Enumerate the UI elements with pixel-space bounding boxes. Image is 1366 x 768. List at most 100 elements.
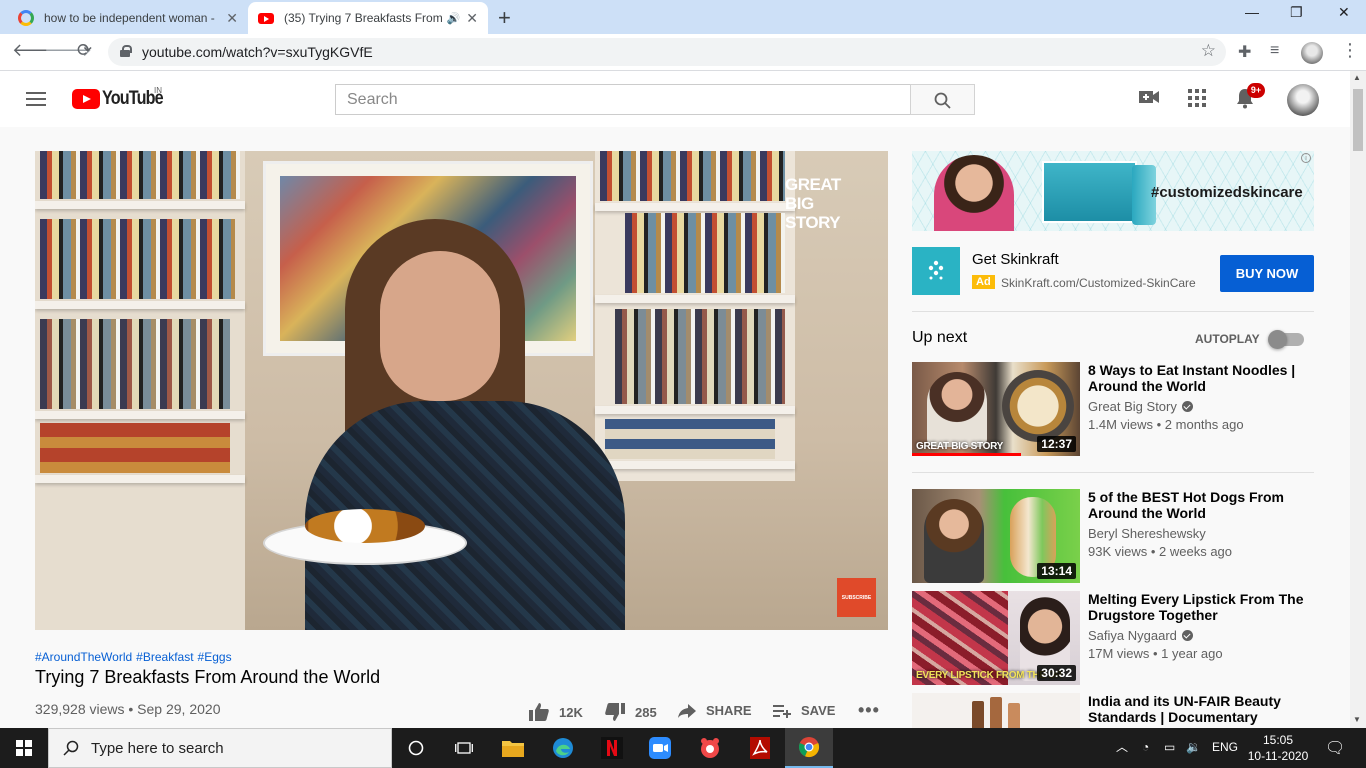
- speaker-icon[interactable]: 🔊: [447, 12, 461, 25]
- ad-advertiser-name[interactable]: Get Skinkraft: [972, 251, 1059, 268]
- windows-taskbar: Type here to search ︿ ◔ ▭ 🔉 ENG 15:05 10…: [0, 728, 1366, 768]
- recommended-video[interactable]: EVERY LIPSTICK FROM THE DR 30:32 Melting…: [912, 591, 1314, 685]
- bookmark-star-icon[interactable]: ☆: [1201, 41, 1216, 61]
- ad-url[interactable]: SkinKraft.com/Customized-SkinCare: [1001, 276, 1196, 290]
- network-icon[interactable]: ◔: [1142, 740, 1149, 754]
- dislike-count: 285: [635, 704, 657, 720]
- account-avatar[interactable]: [1287, 84, 1319, 116]
- video-title: Trying 7 Breakfasts From Around the Worl…: [35, 667, 381, 687]
- create-video-icon[interactable]: [1139, 89, 1159, 110]
- taskbar-search-box[interactable]: Type here to search: [48, 728, 392, 768]
- youtube-logo[interactable]: YouTube IN: [72, 86, 173, 110]
- page-scrollbar[interactable]: ▲ ▼: [1350, 71, 1366, 728]
- video-thumbnail[interactable]: [912, 693, 1080, 728]
- file-explorer-icon[interactable]: [489, 728, 537, 768]
- minimize-button[interactable]: —: [1245, 4, 1259, 20]
- reload-icon[interactable]: ⟳: [77, 40, 92, 61]
- video-thumbnail[interactable]: EVERY LIPSTICK FROM THE DR 30:32: [912, 591, 1080, 685]
- media-control-icon[interactable]: ≡: [1270, 42, 1279, 60]
- like-button[interactable]: 12K: [529, 703, 583, 721]
- recommended-video-title[interactable]: 8 Ways to Eat Instant Noodles | Around t…: [1088, 362, 1314, 394]
- menu-icon[interactable]: [26, 92, 46, 106]
- video-duration: 13:14: [1037, 563, 1076, 579]
- omnibox[interactable]: youtube.com/watch?v=sxuTygKGVfE ☆: [108, 38, 1226, 66]
- divider: [912, 311, 1314, 312]
- video-thumbnail[interactable]: 13:14: [912, 489, 1080, 583]
- up-next-heading: Up next: [912, 329, 968, 346]
- chrome-menu-icon[interactable]: ⋮: [1341, 40, 1359, 61]
- hashtags: #AroundTheWorld #Breakfast #Eggs: [35, 650, 236, 664]
- address-bar-row: 🡐 🡒 ⟳ youtube.com/watch?v=sxuTygKGVfE ☆ …: [0, 34, 1366, 71]
- adobe-acrobat-icon[interactable]: [736, 728, 784, 768]
- profile-avatar[interactable]: [1301, 42, 1323, 64]
- scrollbar-thumb[interactable]: [1353, 89, 1363, 151]
- recommended-video[interactable]: India and its UN-FAIR Beauty Standards |…: [912, 693, 1314, 728]
- share-button[interactable]: SHARE: [678, 703, 752, 718]
- close-icon[interactable]: ✕: [226, 10, 238, 27]
- ad-banner[interactable]: #customizedskincare: [912, 151, 1314, 231]
- search-button[interactable]: [910, 84, 975, 115]
- recommended-video-title[interactable]: 5 of the BEST Hot Dogs From Around the W…: [1088, 489, 1314, 521]
- hashtag-link[interactable]: #Eggs: [198, 650, 232, 664]
- hashtag-link[interactable]: #Breakfast: [136, 650, 193, 664]
- google-icon: [18, 10, 34, 26]
- apps-grid-icon[interactable]: [1188, 89, 1206, 112]
- input-language[interactable]: ENG: [1212, 740, 1238, 754]
- chrome-taskbar-icon[interactable]: [785, 728, 833, 768]
- search-input[interactable]: [336, 85, 910, 114]
- show-hidden-icons-chevron-icon[interactable]: ︿: [1116, 738, 1128, 755]
- recommended-video[interactable]: 13:14 5 of the BEST Hot Dogs From Around…: [912, 489, 1314, 583]
- tab-title: how to be independent woman -: [44, 11, 215, 25]
- video-meta: 17M views • 1 year ago: [1088, 646, 1223, 661]
- more-actions-icon[interactable]: •••: [858, 700, 880, 721]
- battery-icon[interactable]: ▭: [1164, 740, 1175, 754]
- dislike-button[interactable]: 285: [605, 703, 657, 721]
- cortana-icon[interactable]: [392, 728, 440, 768]
- channel-name[interactable]: Beryl Shereshewsky: [1088, 526, 1206, 541]
- close-icon[interactable]: ✕: [466, 10, 478, 27]
- hashtag-link[interactable]: #AroundTheWorld: [35, 650, 132, 664]
- ad-banner-tagline: #customizedskincare: [1151, 184, 1303, 201]
- extensions-icon[interactable]: ✚: [1238, 42, 1251, 62]
- subscribe-overlay-button[interactable]: SUBSCRIBE: [837, 578, 876, 617]
- maximize-button[interactable]: ❐: [1290, 4, 1303, 21]
- thumbs-up-icon: [529, 703, 549, 721]
- task-view-icon[interactable]: [440, 728, 488, 768]
- search-icon: [934, 92, 951, 109]
- lock-icon[interactable]: [120, 45, 132, 57]
- video-thumbnail[interactable]: GREAT BIG STORY 12:37: [912, 362, 1080, 456]
- netflix-icon[interactable]: [588, 728, 636, 768]
- channel-name[interactable]: Safiya Nygaard: [1088, 628, 1193, 643]
- channel-name[interactable]: Great Big Story: [1088, 399, 1193, 414]
- zoom-icon[interactable]: [636, 728, 684, 768]
- recommended-video[interactable]: GREAT BIG STORY 12:37 8 Ways to Eat Inst…: [912, 362, 1314, 456]
- search-field[interactable]: [335, 84, 911, 115]
- scroll-up-arrow-icon[interactable]: ▲: [1353, 73, 1361, 82]
- youtube-icon: [258, 10, 274, 26]
- video-player[interactable]: GREAT BIG STORY SUBSCRIBE: [35, 151, 888, 630]
- url-text[interactable]: youtube.com/watch?v=sxuTygKGVfE: [142, 44, 373, 60]
- edge-browser-icon[interactable]: [539, 728, 587, 768]
- thumbnail-caption: GREAT BIG STORY: [916, 441, 1003, 452]
- view-count-date: 329,928 views • Sep 29, 2020: [35, 701, 221, 717]
- notification-center-icon[interactable]: 🗨: [1325, 738, 1345, 758]
- search-icon: [63, 740, 79, 756]
- screen-recorder-icon[interactable]: [686, 728, 734, 768]
- info-icon[interactable]: i: [1301, 153, 1311, 163]
- save-button[interactable]: SAVE: [773, 703, 835, 718]
- new-tab-button[interactable]: +: [498, 5, 511, 31]
- recommended-video-title[interactable]: Melting Every Lipstick From The Drugstor…: [1088, 591, 1314, 623]
- recommended-video-title[interactable]: India and its UN-FAIR Beauty Standards |…: [1088, 693, 1314, 725]
- browser-tab-youtube[interactable]: (35) Trying 7 Breakfasts From 🔊 ✕: [248, 2, 488, 34]
- close-window-button[interactable]: ✕: [1338, 4, 1350, 21]
- windows-start-button[interactable]: [0, 728, 48, 768]
- volume-icon[interactable]: 🔉: [1186, 740, 1201, 754]
- autoplay-label: AUTOPLAY: [1195, 332, 1260, 346]
- taskbar-clock[interactable]: 15:05 10-11-2020: [1244, 732, 1312, 764]
- youtube-header: YouTube IN 9+: [0, 71, 1350, 127]
- scroll-down-arrow-icon[interactable]: ▼: [1353, 715, 1361, 724]
- autoplay-toggle[interactable]: [1268, 330, 1304, 349]
- browser-tab-google[interactable]: how to be independent woman - ✕: [8, 2, 248, 34]
- skinkraft-logo[interactable]: [912, 247, 960, 295]
- buy-now-button[interactable]: BUY NOW: [1220, 255, 1314, 292]
